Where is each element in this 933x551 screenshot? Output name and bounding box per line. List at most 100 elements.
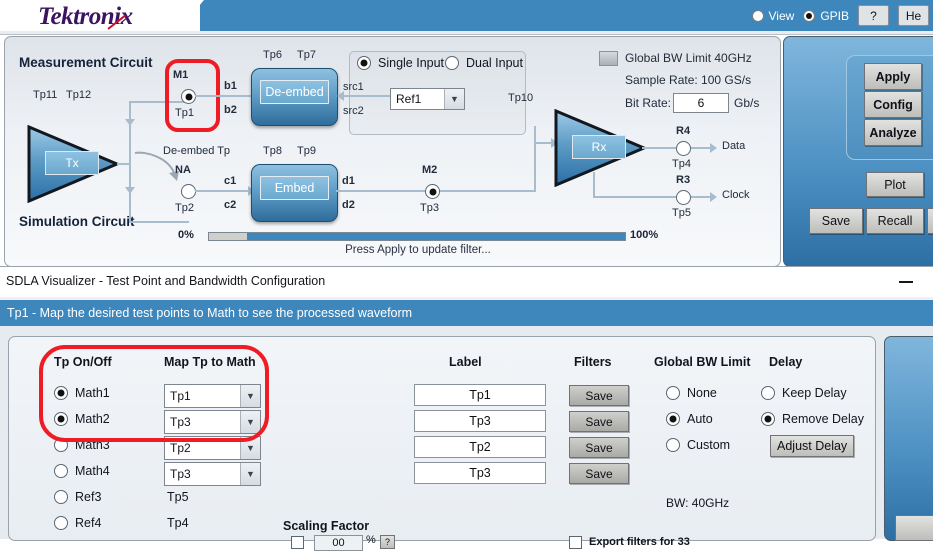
gpib-radio-label: GPIB bbox=[820, 8, 849, 23]
tp10-label: Tp10 bbox=[508, 92, 534, 104]
b2-label: b2 bbox=[224, 104, 237, 116]
clock-output-label: Clock bbox=[722, 189, 750, 201]
row-filter-save-math3[interactable]: Save bbox=[569, 437, 629, 458]
gpib-radio[interactable]: GPIB bbox=[803, 9, 849, 23]
row-map-select-math3[interactable]: Tp2 ▼ bbox=[164, 436, 261, 460]
ref-select-value: Ref1 bbox=[396, 92, 422, 106]
delay-option-remove[interactable]: Remove Delay bbox=[761, 412, 864, 426]
bw-option-custom[interactable]: Custom bbox=[666, 438, 730, 452]
m2-testpoint-node[interactable] bbox=[425, 184, 440, 199]
na-testpoint-node[interactable] bbox=[181, 184, 196, 199]
progress-fill bbox=[209, 233, 247, 240]
row-filter-save-math1[interactable]: Save bbox=[569, 385, 629, 406]
view-radio[interactable]: View bbox=[751, 9, 794, 23]
default-button[interactable]: D bbox=[927, 208, 933, 234]
bw-radio-icon-auto[interactable] bbox=[666, 412, 680, 426]
analyze-button[interactable]: Analyze bbox=[864, 119, 922, 146]
row-radio-icon-math4[interactable] bbox=[54, 464, 68, 478]
sdla-visualizer-app: Tektronix View GPIB ? He Measurement Cir… bbox=[0, 0, 933, 551]
progress-message: Press Apply to update filter... bbox=[345, 244, 491, 256]
d1-label: d1 bbox=[342, 175, 355, 187]
dual-input-radio-icon[interactable] bbox=[445, 56, 459, 70]
side-panel-button[interactable] bbox=[895, 515, 933, 541]
apply-button[interactable]: Apply bbox=[864, 63, 922, 90]
wire-m1-to-deembed bbox=[195, 95, 253, 97]
plot-button[interactable]: Plot bbox=[866, 172, 924, 197]
scaling-factor-input[interactable]: 00 bbox=[314, 535, 363, 551]
adjust-delay-button[interactable]: Adjust Delay bbox=[770, 435, 855, 457]
row-radio-icon-math1[interactable] bbox=[54, 386, 68, 400]
row-radio-icon-math2[interactable] bbox=[54, 412, 68, 426]
row-map-select-math4[interactable]: Tp3 ▼ bbox=[164, 462, 261, 486]
row-label-field-math2[interactable]: Tp3 bbox=[414, 410, 546, 432]
bw-option-none[interactable]: None bbox=[666, 386, 717, 400]
row-toggle-ref4[interactable]: Ref4 bbox=[54, 516, 101, 530]
chevron-down-icon[interactable]: ▼ bbox=[240, 463, 260, 485]
recall-button[interactable]: Recall bbox=[866, 208, 924, 234]
single-input-radio[interactable]: Single Input bbox=[357, 56, 444, 70]
bw-radio-icon-none[interactable] bbox=[666, 386, 680, 400]
chevron-down-icon[interactable]: ▼ bbox=[240, 411, 260, 433]
window-title-bar: SDLA Visualizer - Test Point and Bandwid… bbox=[0, 266, 933, 299]
gpib-radio-icon[interactable] bbox=[803, 9, 816, 22]
dual-input-radio[interactable]: Dual Input bbox=[445, 56, 523, 70]
chevron-down-icon[interactable]: ▼ bbox=[240, 437, 260, 459]
sample-rate-text: Sample Rate: 100 GS/s bbox=[625, 73, 752, 87]
chevron-down-icon[interactable]: ▼ bbox=[240, 385, 260, 407]
row-filter-save-math4[interactable]: Save bbox=[569, 463, 629, 484]
window-title: SDLA Visualizer - Test Point and Bandwid… bbox=[6, 274, 326, 288]
r3-testpoint-node[interactable] bbox=[676, 190, 691, 205]
r4-testpoint-node[interactable] bbox=[676, 141, 691, 156]
bw-option-auto[interactable]: Auto bbox=[666, 412, 713, 426]
row-label-field-math1[interactable]: Tp1 bbox=[414, 384, 546, 406]
global-bw-limit-text: Global BW Limit 40GHz bbox=[625, 51, 752, 65]
config-button[interactable]: Config bbox=[864, 91, 922, 118]
scaling-factor-units: % bbox=[366, 534, 376, 546]
row-label-field-math4[interactable]: Tp3 bbox=[414, 462, 546, 484]
bit-rate-input[interactable]: 6 bbox=[673, 93, 729, 113]
na-tp-label: Tp2 bbox=[175, 202, 194, 214]
save-button[interactable]: Save bbox=[809, 208, 863, 234]
row-map-value-math1: Tp1 bbox=[170, 389, 191, 403]
embed-block[interactable]: Embed bbox=[251, 164, 338, 222]
row-map-value-math2: Tp3 bbox=[170, 415, 191, 429]
de-embed-block[interactable]: De-embed bbox=[251, 68, 338, 126]
r3-label: R3 bbox=[676, 174, 691, 186]
row-map-select-math1[interactable]: Tp1 ▼ bbox=[164, 384, 261, 408]
wire-rx-clock-drop bbox=[593, 172, 595, 198]
delay-radio-icon-keep[interactable] bbox=[761, 386, 775, 400]
row-radio-icon-math3[interactable] bbox=[54, 438, 68, 452]
bw-radio-icon-custom[interactable] bbox=[666, 438, 680, 452]
export-filters-checkbox[interactable] bbox=[569, 536, 582, 549]
row-toggle-math1[interactable]: Math1 bbox=[54, 386, 110, 400]
row-label-field-math3[interactable]: Tp2 bbox=[414, 436, 546, 458]
row-filter-save-math2[interactable]: Save bbox=[569, 411, 629, 432]
na-label: NA bbox=[175, 164, 191, 176]
single-input-radio-icon[interactable] bbox=[357, 56, 371, 70]
header-controls: View GPIB ? He bbox=[751, 0, 933, 31]
delay-option-keep[interactable]: Keep Delay bbox=[761, 386, 847, 400]
help-question-button[interactable]: ? bbox=[858, 5, 889, 26]
delay-radio-icon-remove[interactable] bbox=[761, 412, 775, 426]
help-button[interactable]: He bbox=[898, 5, 929, 26]
m1-testpoint-node[interactable] bbox=[181, 89, 196, 104]
ref-select[interactable]: Ref1 ▼ bbox=[390, 88, 465, 110]
m1-tp-label: Tp1 bbox=[175, 107, 194, 119]
row-radio-icon-ref3[interactable] bbox=[54, 490, 68, 504]
global-bw-color-swatch[interactable] bbox=[599, 51, 618, 66]
minimize-icon[interactable] bbox=[899, 281, 913, 283]
row-toggle-math2[interactable]: Math2 bbox=[54, 412, 110, 426]
header-divider bbox=[0, 31, 933, 35]
row-map-select-math2[interactable]: Tp3 ▼ bbox=[164, 410, 261, 434]
simulation-circuit-title: Simulation Circuit bbox=[19, 214, 135, 229]
chevron-down-icon[interactable]: ▼ bbox=[444, 89, 464, 109]
c1-label: c1 bbox=[224, 175, 237, 187]
view-radio-icon[interactable] bbox=[751, 9, 764, 22]
row-toggle-ref3[interactable]: Ref3 bbox=[54, 490, 101, 504]
scaling-factor-checkbox[interactable] bbox=[291, 536, 304, 549]
row-label-math3: Math3 bbox=[75, 438, 110, 452]
row-toggle-math4[interactable]: Math4 bbox=[54, 464, 110, 478]
row-toggle-math3[interactable]: Math3 bbox=[54, 438, 110, 452]
row-radio-icon-ref4[interactable] bbox=[54, 516, 68, 530]
scaling-help-button[interactable]: ? bbox=[380, 535, 395, 549]
